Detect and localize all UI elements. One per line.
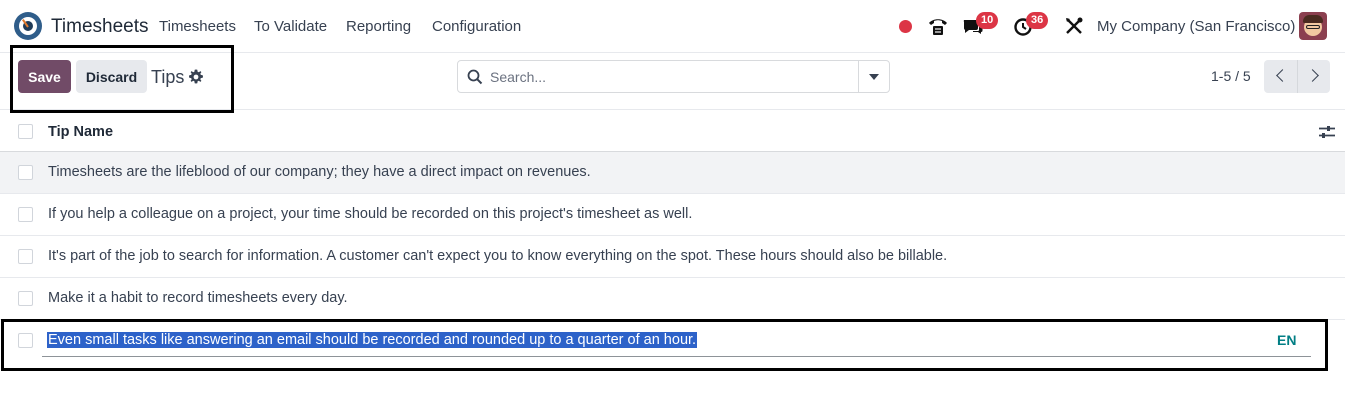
app-name[interactable]: Timesheets <box>51 16 149 38</box>
recording-status-icon[interactable] <box>899 20 912 33</box>
menu-reporting[interactable]: Reporting <box>346 18 411 35</box>
caret-down-icon <box>869 74 879 80</box>
tip-name-cell[interactable]: Timesheets are the lifeblood of our comp… <box>48 164 591 180</box>
search-input[interactable] <box>490 67 850 87</box>
list-header: Tip Name <box>0 111 1345 152</box>
menu-to-validate[interactable]: To Validate <box>254 18 327 35</box>
row-checkbox[interactable] <box>18 165 33 180</box>
breadcrumb[interactable]: Tips <box>151 67 184 88</box>
editing-row[interactable]: Even small tasks like answering an email… <box>0 320 1345 362</box>
table-row[interactable]: Make it a habit to record timesheets eve… <box>0 278 1345 320</box>
table-row[interactable]: If you help a colleague on a project, yo… <box>0 194 1345 236</box>
company-switcher[interactable]: My Company (San Francisco) <box>1097 18 1295 35</box>
user-avatar[interactable] <box>1299 12 1327 40</box>
top-navbar: Timesheets Timesheets To Validate Report… <box>0 0 1345 53</box>
row-checkbox[interactable] <box>18 207 33 222</box>
row-checkbox[interactable] <box>18 333 33 348</box>
pager-next-button[interactable] <box>1297 60 1330 93</box>
tip-name-cell[interactable]: It's part of the job to search for infor… <box>48 248 947 264</box>
search-bar <box>457 60 890 93</box>
save-button[interactable]: Save <box>18 60 71 93</box>
search-icon <box>467 69 483 85</box>
pager-previous-button[interactable] <box>1264 60 1297 93</box>
phone-icon[interactable] <box>927 15 949 37</box>
chevron-left-icon <box>1276 69 1289 82</box>
optional-columns-icon[interactable] <box>1318 125 1336 139</box>
menu-timesheets[interactable]: Timesheets <box>159 18 236 35</box>
tip-name-cell[interactable]: If you help a colleague on a project, yo… <box>48 206 692 222</box>
menu-configuration[interactable]: Configuration <box>432 18 521 35</box>
input-underline <box>42 356 1311 357</box>
discard-button[interactable]: Discard <box>76 60 147 93</box>
pager-value[interactable]: 1-5 / 5 <box>1211 68 1251 84</box>
gear-icon[interactable] <box>188 69 204 85</box>
row-checkbox[interactable] <box>18 291 33 306</box>
tips-list: Tip Name Timesheets are the lifeblood of… <box>0 111 1345 362</box>
translate-language-button[interactable]: EN <box>1277 332 1296 348</box>
select-all-checkbox[interactable] <box>18 124 33 139</box>
chevron-right-icon <box>1306 69 1319 82</box>
tip-name-cell[interactable]: Make it a habit to record timesheets eve… <box>48 290 348 306</box>
debug-tools-icon[interactable] <box>1063 15 1085 37</box>
column-tip-name[interactable]: Tip Name <box>48 124 113 140</box>
tip-name-input[interactable]: Even small tasks like answering an email… <box>47 332 698 348</box>
table-row[interactable]: Timesheets are the lifeblood of our comp… <box>0 152 1345 194</box>
row-checkbox[interactable] <box>18 249 33 264</box>
table-row[interactable]: It's part of the job to search for infor… <box>0 236 1345 278</box>
messages-badge: 10 <box>976 12 999 29</box>
activities-badge: 36 <box>1026 12 1049 29</box>
control-panel: Save Discard Tips 1-5 / 5 <box>0 54 1345 110</box>
app-logo-icon[interactable] <box>14 12 42 40</box>
search-options-toggle[interactable] <box>858 61 889 92</box>
